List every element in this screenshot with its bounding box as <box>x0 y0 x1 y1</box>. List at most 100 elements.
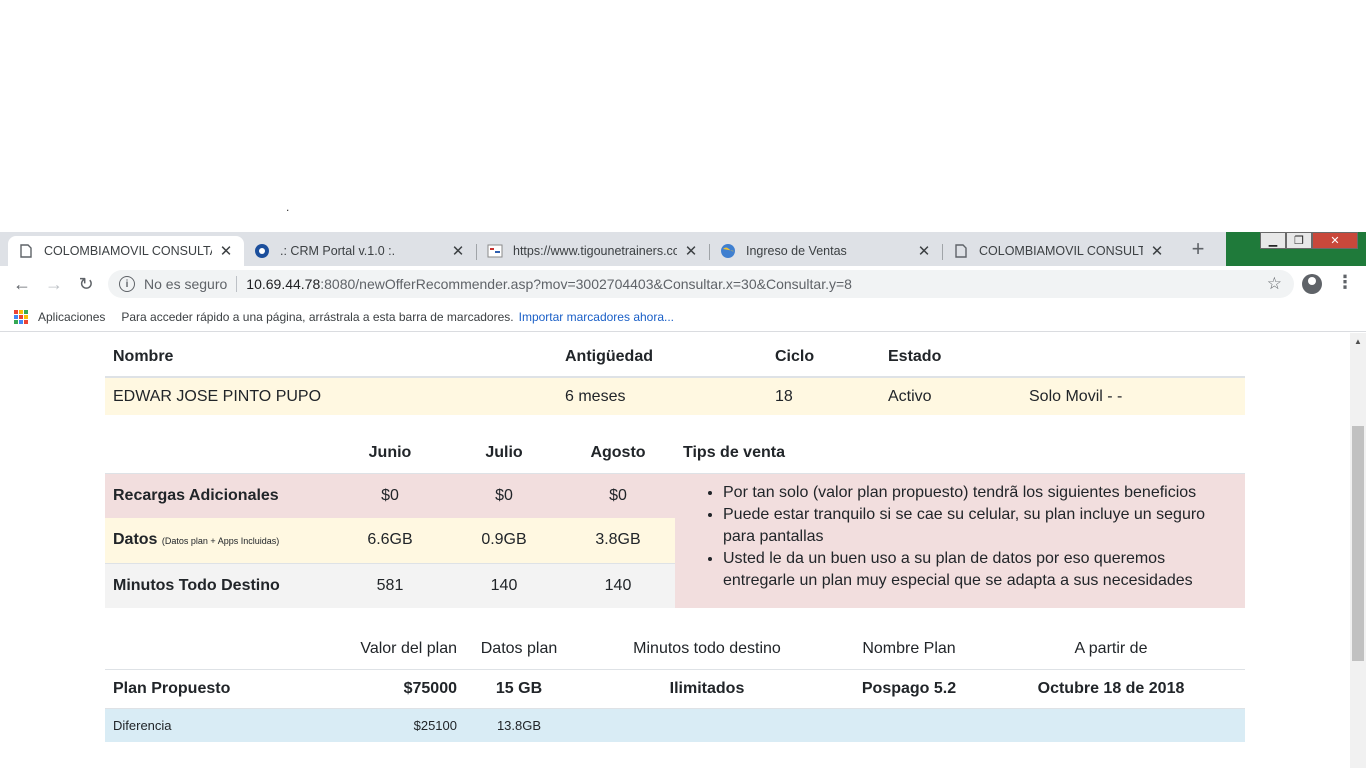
tip-item: Puede estar tranquilo si se cae su celul… <box>723 504 1237 548</box>
row-note: (Datos plan + Apps Incluidas) <box>161 536 280 547</box>
sales-tips: Por tan solo (valor plan propuesto) tend… <box>675 473 1245 608</box>
header-datos: Datos plan <box>465 629 573 670</box>
close-icon[interactable]: ✕ <box>683 242 699 260</box>
site-icon <box>487 243 503 259</box>
plan-minutes: Ilimitados <box>573 669 841 709</box>
customer-name: EDWAR JOSE PINTO PUPO <box>105 377 557 415</box>
scrollbar-thumb[interactable] <box>1352 426 1364 661</box>
apps-grid-icon[interactable] <box>14 309 28 324</box>
header-estado: Estado <box>880 337 1021 378</box>
forward-arrow-icon[interactable]: → <box>42 273 66 295</box>
tab-strip: COLOMBIAMOVIL CONSULTA IN ✕ .: CRM Porta… <box>0 232 1366 266</box>
tab-colombiamovil-1[interactable]: COLOMBIAMOVIL CONSULTA IN ✕ <box>8 236 244 266</box>
header-ciclo: Ciclo <box>767 337 880 378</box>
tab-title: .: CRM Portal v.1.0 :. <box>280 244 396 258</box>
tab-title: COLOMBIAMOVIL CONSULTA IN <box>979 244 1143 258</box>
row-label: Plan Propuesto <box>105 669 317 709</box>
url-host: 10.69.44.78 <box>246 276 321 292</box>
back-arrow-icon[interactable]: ← <box>10 273 34 295</box>
close-icon[interactable]: ✕ <box>218 242 234 260</box>
scroll-up-arrow-icon[interactable]: ▲ <box>1350 337 1366 346</box>
security-label: No es seguro <box>144 276 228 292</box>
header-month: Agosto <box>561 433 675 474</box>
plan-price: $75000 <box>317 669 465 709</box>
address-bar[interactable]: i No es seguro 10.69.44.78:8080/newOffer… <box>108 270 1294 298</box>
empty-cell <box>977 708 1245 742</box>
customer-status: Activo <box>880 377 1021 415</box>
tip-item: Por tan solo (valor plan propuesto) tend… <box>723 482 1237 504</box>
reload-icon[interactable]: ↻ <box>74 273 98 295</box>
row-label-cell: Datos (Datos plan + Apps Incluidas) <box>105 518 333 563</box>
window-close-icon[interactable]: ✕ <box>1312 232 1358 249</box>
tip-item: Usted le da un buen uso a su plan de dat… <box>723 548 1237 592</box>
price-difference: $25100 <box>317 708 465 742</box>
vertical-scrollbar[interactable]: ▲ <box>1350 333 1366 768</box>
header-antiguedad: Antigüedad <box>557 337 767 378</box>
tab-title: Ingreso de Ventas <box>746 244 847 258</box>
row-label: Datos <box>113 531 158 549</box>
usage-value: 6.6GB <box>333 518 447 563</box>
customer-line-type: Solo Movil - - <box>1021 377 1245 415</box>
blank-area <box>0 0 1366 232</box>
usage-table: Junio Julio Agosto Tips de venta Recarga… <box>105 433 1245 608</box>
difference-row: Diferencia $25100 13.8GB <box>105 708 1245 742</box>
usage-value: 581 <box>333 562 447 608</box>
tigo-icon <box>254 243 270 259</box>
url-path: :8080/newOfferRecommender.asp?mov=300270… <box>320 276 852 292</box>
row-label: Recargas Adicionales <box>105 473 333 518</box>
info-icon[interactable]: i <box>119 276 135 292</box>
tab-ingreso-ventas[interactable]: Ingreso de Ventas ✕ <box>710 236 942 266</box>
restore-icon[interactable]: ❐ <box>1286 232 1312 249</box>
import-bookmarks-link[interactable]: Importar marcadores ahora... <box>519 310 674 324</box>
usage-value: $0 <box>333 473 447 518</box>
proposed-plan-row: Plan Propuesto $75000 15 GB Ilimitados P… <box>105 669 1245 709</box>
empty-cell <box>573 708 841 742</box>
menu-icon[interactable]: ⋮ <box>1336 272 1354 293</box>
plan-header-row: Valor del plan Datos plan Minutos todo d… <box>105 629 1245 670</box>
tab-crm-portal[interactable]: .: CRM Portal v.1.0 :. ✕ <box>244 236 476 266</box>
customer-tenure: 6 meses <box>557 377 767 415</box>
header-month: Junio <box>333 433 447 474</box>
tab-tigounetrainers[interactable]: https://www.tigounetrainers.con ✕ <box>477 236 709 266</box>
star-icon[interactable]: ☆ <box>1267 274 1282 294</box>
customer-table: Nombre Antigüedad Ciclo Estado EDWAR JOS… <box>105 337 1245 415</box>
close-icon[interactable]: ✕ <box>1149 242 1165 260</box>
usage-value: 140 <box>447 562 561 608</box>
usage-value: $0 <box>447 473 561 518</box>
customer-header-row: Nombre Antigüedad Ciclo Estado <box>105 337 1245 378</box>
usage-header-row: Junio Julio Agosto Tips de venta <box>105 433 1245 474</box>
data-difference: 13.8GB <box>465 708 573 742</box>
plan-table: Valor del plan Datos plan Minutos todo d… <box>105 629 1245 742</box>
header-empty <box>105 433 333 474</box>
close-icon[interactable]: ✕ <box>450 242 466 260</box>
minimize-icon[interactable]: ▁ <box>1260 232 1286 249</box>
page-icon <box>18 243 34 259</box>
new-tab-button[interactable]: + <box>1184 236 1212 261</box>
tab-title: https://www.tigounetrainers.con <box>513 244 677 258</box>
tips-list: Por tan solo (valor plan propuesto) tend… <box>723 482 1237 592</box>
window-controls: ▁ ❐ ✕ <box>1260 232 1358 250</box>
plan-data: 15 GB <box>465 669 573 709</box>
customer-cycle: 18 <box>767 377 880 415</box>
empty-cell <box>841 708 977 742</box>
apps-label[interactable]: Aplicaciones <box>38 310 105 324</box>
header-blank <box>1021 337 1245 378</box>
usage-value: 0.9GB <box>447 518 561 563</box>
header-month: Julio <box>447 433 561 474</box>
divider <box>236 276 238 292</box>
row-label: Diferencia <box>105 708 317 742</box>
bookmarks-bar: Aplicaciones Para acceder rápido a una p… <box>0 302 1366 332</box>
usage-row-recargas: Recargas Adicionales $0 $0 $0 Por tan so… <box>105 473 1245 608</box>
bookmarks-hint: Para acceder rápido a una página, arrást… <box>121 309 514 324</box>
header-nombre: Nombre <box>105 337 557 378</box>
account-icon[interactable] <box>1302 274 1322 294</box>
tab-colombiamovil-2[interactable]: COLOMBIAMOVIL CONSULTA IN ✕ <box>943 236 1175 266</box>
tab-title: COLOMBIAMOVIL CONSULTA IN <box>44 244 212 258</box>
row-label: Minutos Todo Destino <box>105 562 333 608</box>
header-tips: Tips de venta <box>675 433 1245 474</box>
customer-row: EDWAR JOSE PINTO PUPO 6 meses 18 Activo … <box>105 377 1245 415</box>
header-nombre-plan: Nombre Plan <box>841 629 977 670</box>
stray-dot: . <box>286 200 290 214</box>
close-icon[interactable]: ✕ <box>916 242 932 260</box>
page-icon <box>953 243 969 259</box>
